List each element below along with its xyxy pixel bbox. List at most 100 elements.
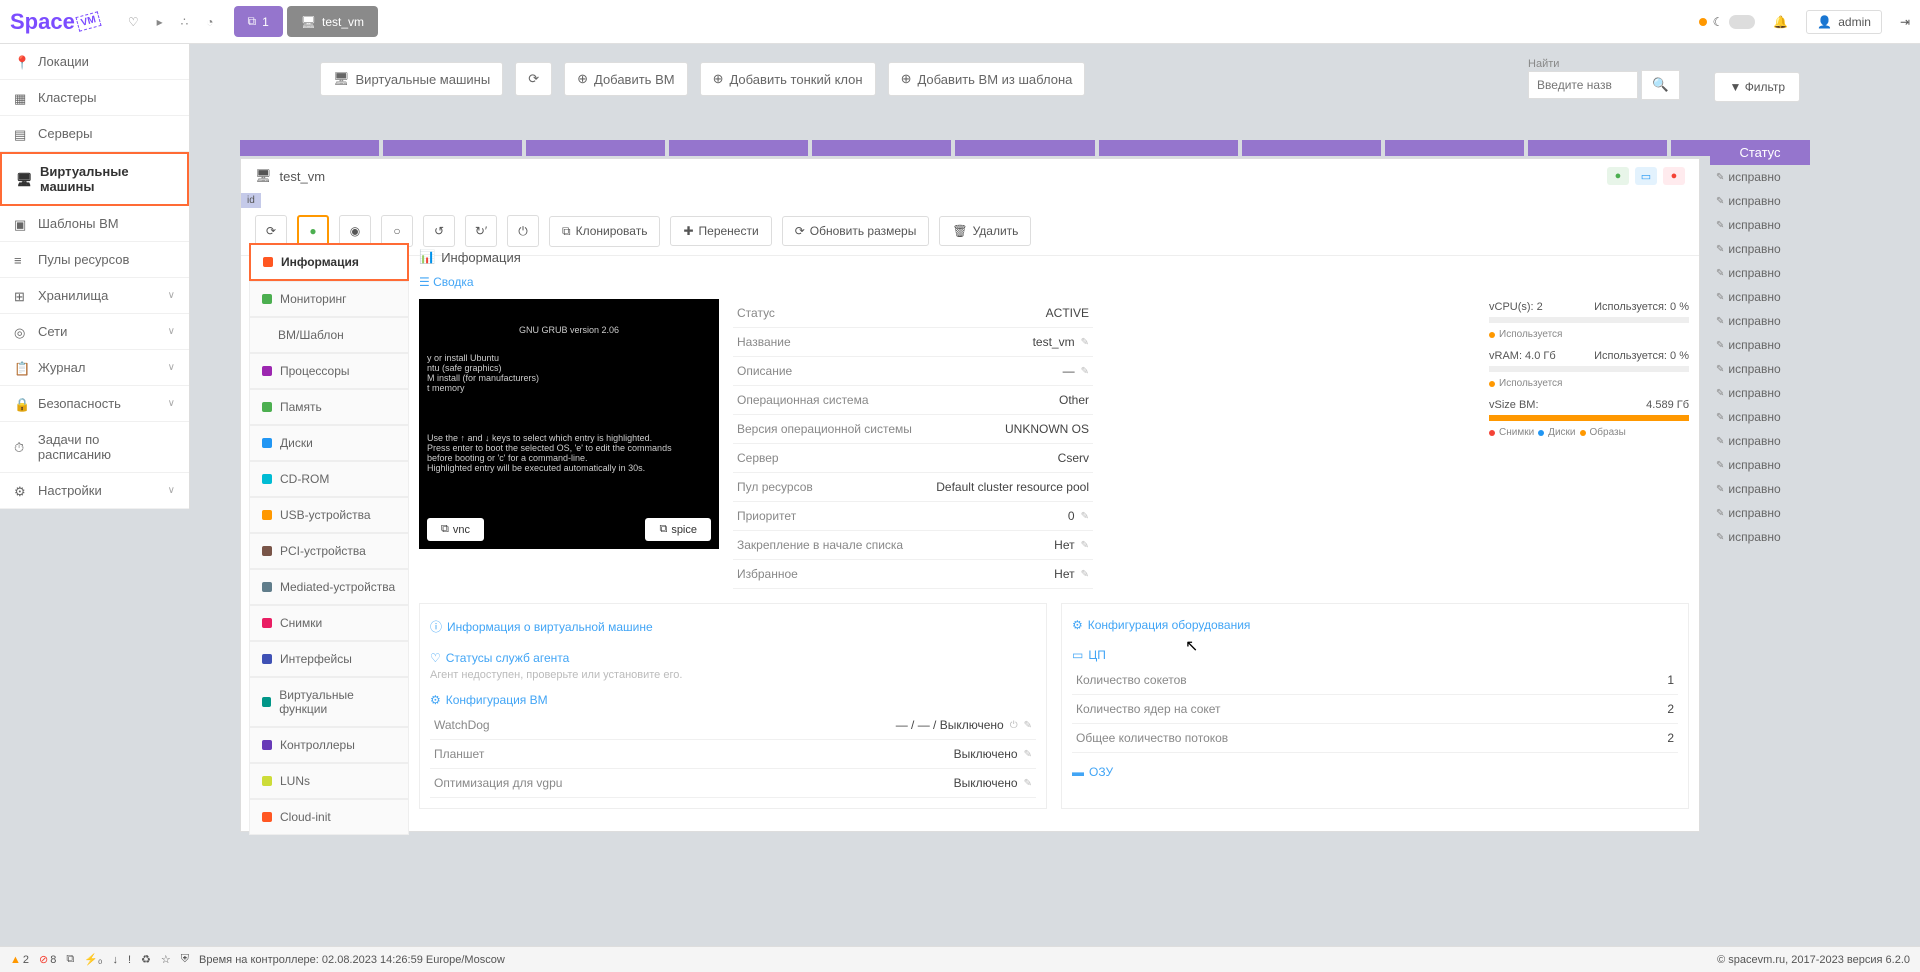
- sidebar-item[interactable]: 🖥Виртуальные машины: [0, 152, 189, 206]
- down-icon[interactable]: ↓: [112, 954, 118, 966]
- sidebar-item[interactable]: 🔒Безопасность∨: [0, 386, 189, 422]
- vm-config-title[interactable]: ⚙ Конфигурация ВМ: [430, 689, 1036, 711]
- detail-tab[interactable]: Интерфейсы: [249, 641, 409, 677]
- status-ok-icon[interactable]: ●: [1607, 167, 1629, 185]
- edit-icon[interactable]: ✎: [1081, 366, 1089, 377]
- clone-button[interactable]: ⧉ Клонировать: [549, 216, 660, 247]
- globe-icon[interactable]: ◔: [206, 15, 213, 29]
- tab-1[interactable]: ⧉ 1: [234, 6, 283, 37]
- status-row[interactable]: исправно: [1710, 285, 1810, 309]
- detail-tab[interactable]: Виртуальные функции: [249, 677, 409, 727]
- detail-tab[interactable]: Диски: [249, 425, 409, 461]
- sidebar-item[interactable]: ▤Серверы: [0, 116, 189, 152]
- recycle-icon[interactable]: ♻: [141, 953, 151, 966]
- theme-toggle[interactable]: ☾: [1699, 15, 1756, 29]
- status-row[interactable]: исправно: [1710, 405, 1810, 429]
- sidebar-item[interactable]: ⊞Хранилища∨: [0, 278, 189, 314]
- search-button[interactable]: 🔍: [1641, 70, 1680, 100]
- detail-tab[interactable]: LUNs: [249, 763, 409, 799]
- edit-icon[interactable]: ✎: [1024, 720, 1032, 731]
- detail-tab[interactable]: Информация: [249, 243, 409, 281]
- sidebar-item[interactable]: ≡Пулы ресурсов: [0, 242, 189, 278]
- resize-button[interactable]: ⟳ Обновить размеры: [782, 216, 930, 246]
- detail-tab[interactable]: CD-ROM: [249, 461, 409, 497]
- add-clone-button[interactable]: ⊕ Добавить тонкий клон: [700, 62, 876, 96]
- warn-badge[interactable]: ▲2: [10, 954, 29, 966]
- vnc-button[interactable]: ⧉ vnc: [427, 518, 484, 541]
- status-row[interactable]: исправно: [1710, 501, 1810, 525]
- detail-tab[interactable]: Контроллеры: [249, 727, 409, 763]
- search-input[interactable]: [1528, 71, 1638, 99]
- sidebar-item[interactable]: ▦Кластеры: [0, 80, 189, 116]
- detail-tab[interactable]: Mediated-устройства: [249, 569, 409, 605]
- status-row[interactable]: исправно: [1710, 165, 1810, 189]
- err-badge[interactable]: ⊘8: [39, 953, 56, 966]
- bell-icon[interactable]: 🔔: [1773, 15, 1788, 29]
- vms-button[interactable]: 🖥 Виртуальные машины: [320, 62, 503, 96]
- folder-icon[interactable]: ▸: [157, 15, 163, 29]
- refresh-button[interactable]: ⟳: [515, 62, 552, 96]
- status-row[interactable]: исправно: [1710, 525, 1810, 549]
- status-row[interactable]: исправно: [1710, 189, 1810, 213]
- edit-icon[interactable]: ✎: [1024, 778, 1032, 789]
- logout-icon[interactable]: ⇥: [1900, 15, 1910, 29]
- status-row[interactable]: исправно: [1710, 309, 1810, 333]
- sockets-k: Количество сокетов: [1076, 673, 1667, 687]
- detail-tab[interactable]: ВМ/Шаблон: [249, 317, 409, 353]
- sidebar-item[interactable]: ▣Шаблоны ВМ: [0, 206, 189, 242]
- detail-tab[interactable]: Память: [249, 389, 409, 425]
- tab-test-vm[interactable]: 🖥 test_vm: [287, 6, 378, 37]
- status-row[interactable]: исправно: [1710, 237, 1810, 261]
- console-preview[interactable]: GNU GRUB version 2.06 y or install Ubunt…: [419, 299, 719, 549]
- status-header[interactable]: Статус: [1710, 140, 1810, 165]
- copy-icon[interactable]: ⧉: [66, 953, 74, 966]
- detail-tab[interactable]: Cloud-init: [249, 799, 409, 835]
- edit-icon[interactable]: ✎: [1024, 749, 1032, 760]
- close-icon[interactable]: ●: [1663, 167, 1685, 185]
- edit-icon[interactable]: ✎: [1081, 511, 1089, 522]
- detail-tab[interactable]: Процессоры: [249, 353, 409, 389]
- vm-info-title[interactable]: ⓘ Информация о виртуальной машине: [430, 614, 1036, 639]
- status-row[interactable]: исправно: [1710, 213, 1810, 237]
- status-row[interactable]: исправно: [1710, 333, 1810, 357]
- detail-tab[interactable]: Мониторинг: [249, 281, 409, 317]
- detail-tab[interactable]: PCI-устройства: [249, 533, 409, 569]
- sidebar-item[interactable]: ◎Сети∨: [0, 314, 189, 350]
- user-menu[interactable]: 👤 admin: [1806, 10, 1882, 34]
- cpu-title[interactable]: ▭ ЦП: [1072, 644, 1678, 666]
- filter-button[interactable]: ▼ Фильтр: [1714, 72, 1800, 102]
- edit-icon[interactable]: ✎: [1081, 337, 1089, 348]
- detail-tab[interactable]: Снимки: [249, 605, 409, 641]
- status-row[interactable]: исправно: [1710, 357, 1810, 381]
- star-icon[interactable]: ☆: [161, 953, 171, 966]
- sidebar-item[interactable]: 📍Локации: [0, 44, 189, 80]
- ram-title[interactable]: ▬ ОЗУ: [1072, 761, 1678, 783]
- status-row[interactable]: исправно: [1710, 477, 1810, 501]
- sidebar-item[interactable]: 📋Журнал∨: [0, 350, 189, 386]
- agent-title[interactable]: ♡ Статусы служб агента: [430, 647, 1036, 669]
- network-icon[interactable]: ∴: [181, 15, 189, 29]
- heart-icon[interactable]: ♡: [128, 15, 139, 29]
- shield-icon[interactable]: ⛨: [181, 953, 189, 966]
- hw-config-title[interactable]: ⚙ Конфигурация оборудования: [1072, 614, 1678, 636]
- alert-icon[interactable]: !: [128, 954, 131, 966]
- migrate-button[interactable]: ✚ Перенести: [670, 216, 771, 246]
- spice-button[interactable]: ⧉ spice: [645, 518, 711, 541]
- expand-icon[interactable]: ▭: [1635, 167, 1657, 185]
- logo[interactable]: Space VM: [10, 9, 100, 35]
- detail-tab[interactable]: USB-устройства: [249, 497, 409, 533]
- delete-button[interactable]: 🗑 Удалить: [939, 216, 1031, 246]
- power-icon[interactable]: ⏻: [1010, 720, 1018, 731]
- plug-icon[interactable]: ⚡₀: [84, 953, 102, 966]
- add-vm-button[interactable]: ⊕ Добавить ВМ: [564, 62, 687, 96]
- status-row[interactable]: исправно: [1710, 261, 1810, 285]
- edit-icon[interactable]: ✎: [1081, 540, 1089, 551]
- summary-link[interactable]: ☰ Сводка: [419, 271, 1689, 293]
- status-row[interactable]: исправно: [1710, 453, 1810, 477]
- sidebar-item[interactable]: ⏱Задачи по расписанию: [0, 422, 189, 473]
- status-row[interactable]: исправно: [1710, 381, 1810, 405]
- add-template-button[interactable]: ⊕ Добавить ВМ из шаблона: [888, 62, 1086, 96]
- sidebar-item[interactable]: ⚙Настройки∨: [0, 473, 189, 509]
- status-row[interactable]: исправно: [1710, 429, 1810, 453]
- edit-icon[interactable]: ✎: [1081, 569, 1089, 580]
